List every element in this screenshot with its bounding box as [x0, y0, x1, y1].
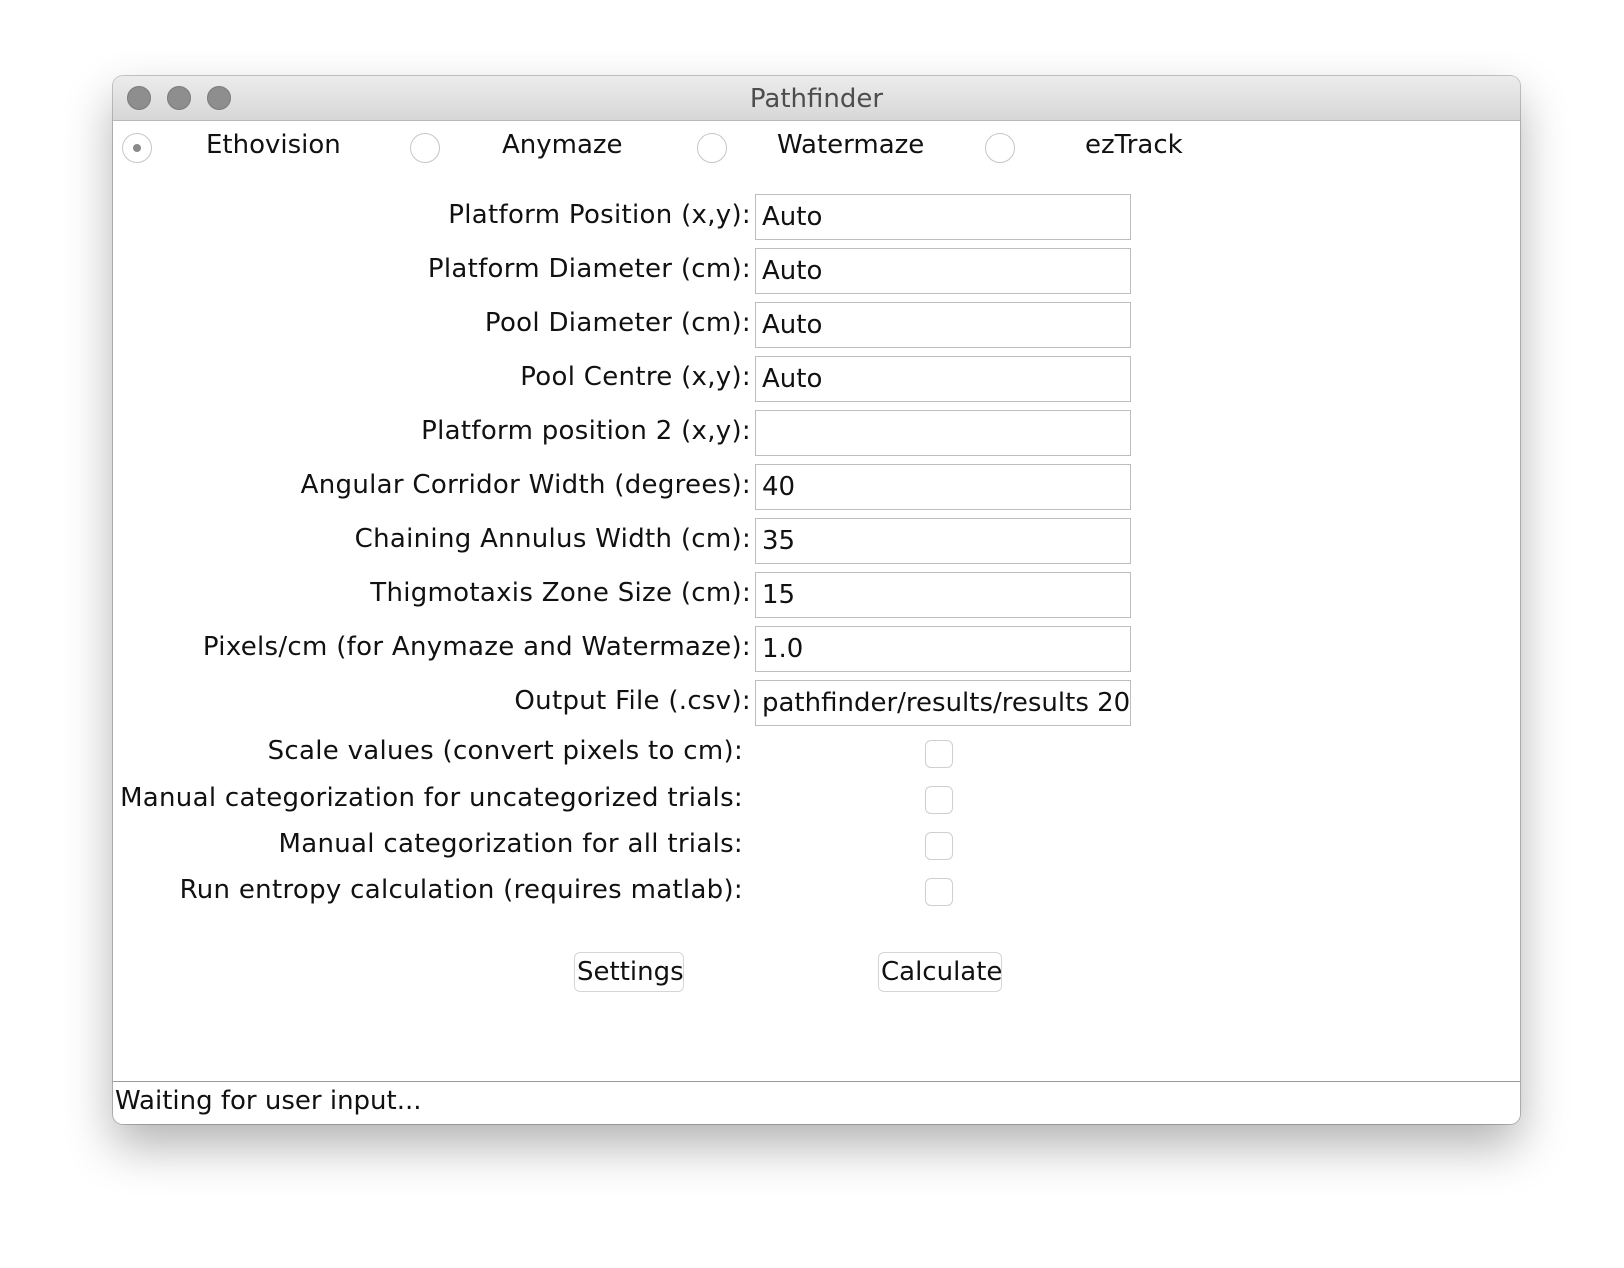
- platform-position-2-label: Platform position 2 (x,y):: [421, 416, 751, 446]
- radio-ethovision[interactable]: [122, 133, 152, 163]
- run-entropy-label: Run entropy calculation (requires matlab…: [179, 875, 743, 905]
- platform-position-2-input[interactable]: [755, 410, 1131, 456]
- window-title: Pathfinder: [749, 84, 884, 114]
- form-row-platform-diameter: Platform Diameter (cm): Auto: [113, 248, 1520, 294]
- platform-diameter-input[interactable]: Auto: [755, 248, 1131, 294]
- status-text: Waiting for user input...: [115, 1086, 422, 1116]
- pool-diameter-input[interactable]: Auto: [755, 302, 1131, 348]
- pool-centre-label: Pool Centre (x,y):: [520, 362, 751, 392]
- pool-centre-input[interactable]: Auto: [755, 356, 1131, 402]
- platform-diameter-label: Platform Diameter (cm):: [427, 254, 751, 284]
- chaining-annulus-width-input[interactable]: 35: [755, 518, 1131, 564]
- form-row-chaining-annulus-width: Chaining Annulus Width (cm): 35: [113, 518, 1520, 564]
- manual-categorization-uncategorized-label: Manual categorization for uncategorized …: [120, 783, 743, 813]
- radio-label-watermaze[interactable]: Watermaze: [777, 130, 924, 160]
- radio-anymaze[interactable]: [410, 133, 440, 163]
- status-bar: Waiting for user input...: [113, 1081, 1520, 1124]
- calculate-button[interactable]: Calculate: [878, 952, 1002, 992]
- thigmotaxis-zone-size-label: Thigmotaxis Zone Size (cm):: [370, 578, 751, 608]
- form-row-platform-position-2: Platform position 2 (x,y):: [113, 410, 1520, 456]
- settings-button[interactable]: Settings: [574, 952, 684, 992]
- radio-label-eztrack[interactable]: ezTrack: [1085, 130, 1183, 160]
- pixels-per-cm-label: Pixels/cm (for Anymaze and Watermaze):: [202, 632, 751, 662]
- form-row-pool-diameter: Pool Diameter (cm): Auto: [113, 302, 1520, 348]
- scale-values-checkbox[interactable]: [925, 740, 953, 768]
- run-entropy-checkbox[interactable]: [925, 878, 953, 906]
- form-row-pool-centre: Pool Centre (x,y): Auto: [113, 356, 1520, 402]
- radio-label-ethovision[interactable]: Ethovision: [206, 130, 341, 160]
- form-row-pixels-per-cm: Pixels/cm (for Anymaze and Watermaze): 1…: [113, 626, 1520, 672]
- form-row-output-file: Output File (.csv): pathfinder/results/r…: [113, 680, 1520, 726]
- manual-categorization-all-label: Manual categorization for all trials:: [278, 829, 743, 859]
- radio-label-anymaze[interactable]: Anymaze: [502, 130, 623, 160]
- pathfinder-window: Pathfinder Ethovision Anymaze Watermaze …: [113, 76, 1520, 1124]
- manual-categorization-all-checkbox[interactable]: [925, 832, 953, 860]
- form-row-platform-position: Platform Position (x,y): Auto: [113, 194, 1520, 240]
- title-bar[interactable]: Pathfinder: [113, 76, 1520, 121]
- radio-watermaze[interactable]: [697, 133, 727, 163]
- thigmotaxis-zone-size-input[interactable]: 15: [755, 572, 1131, 618]
- radio-eztrack[interactable]: [985, 133, 1015, 163]
- angular-corridor-width-label: Angular Corridor Width (degrees):: [300, 470, 751, 500]
- platform-position-input[interactable]: Auto: [755, 194, 1131, 240]
- manual-categorization-uncategorized-checkbox[interactable]: [925, 786, 953, 814]
- chaining-annulus-width-label: Chaining Annulus Width (cm):: [354, 524, 751, 554]
- platform-position-label: Platform Position (x,y):: [448, 200, 751, 230]
- form-row-angular-corridor-width: Angular Corridor Width (degrees): 40: [113, 464, 1520, 510]
- angular-corridor-width-input[interactable]: 40: [755, 464, 1131, 510]
- form-row-thigmotaxis-zone-size: Thigmotaxis Zone Size (cm): 15: [113, 572, 1520, 618]
- pool-diameter-label: Pool Diameter (cm):: [484, 308, 751, 338]
- scale-values-label: Scale values (convert pixels to cm):: [267, 736, 743, 766]
- output-file-input[interactable]: pathfinder/results/results 20: [755, 680, 1131, 726]
- pixels-per-cm-input[interactable]: 1.0: [755, 626, 1131, 672]
- output-file-label: Output File (.csv):: [514, 686, 751, 716]
